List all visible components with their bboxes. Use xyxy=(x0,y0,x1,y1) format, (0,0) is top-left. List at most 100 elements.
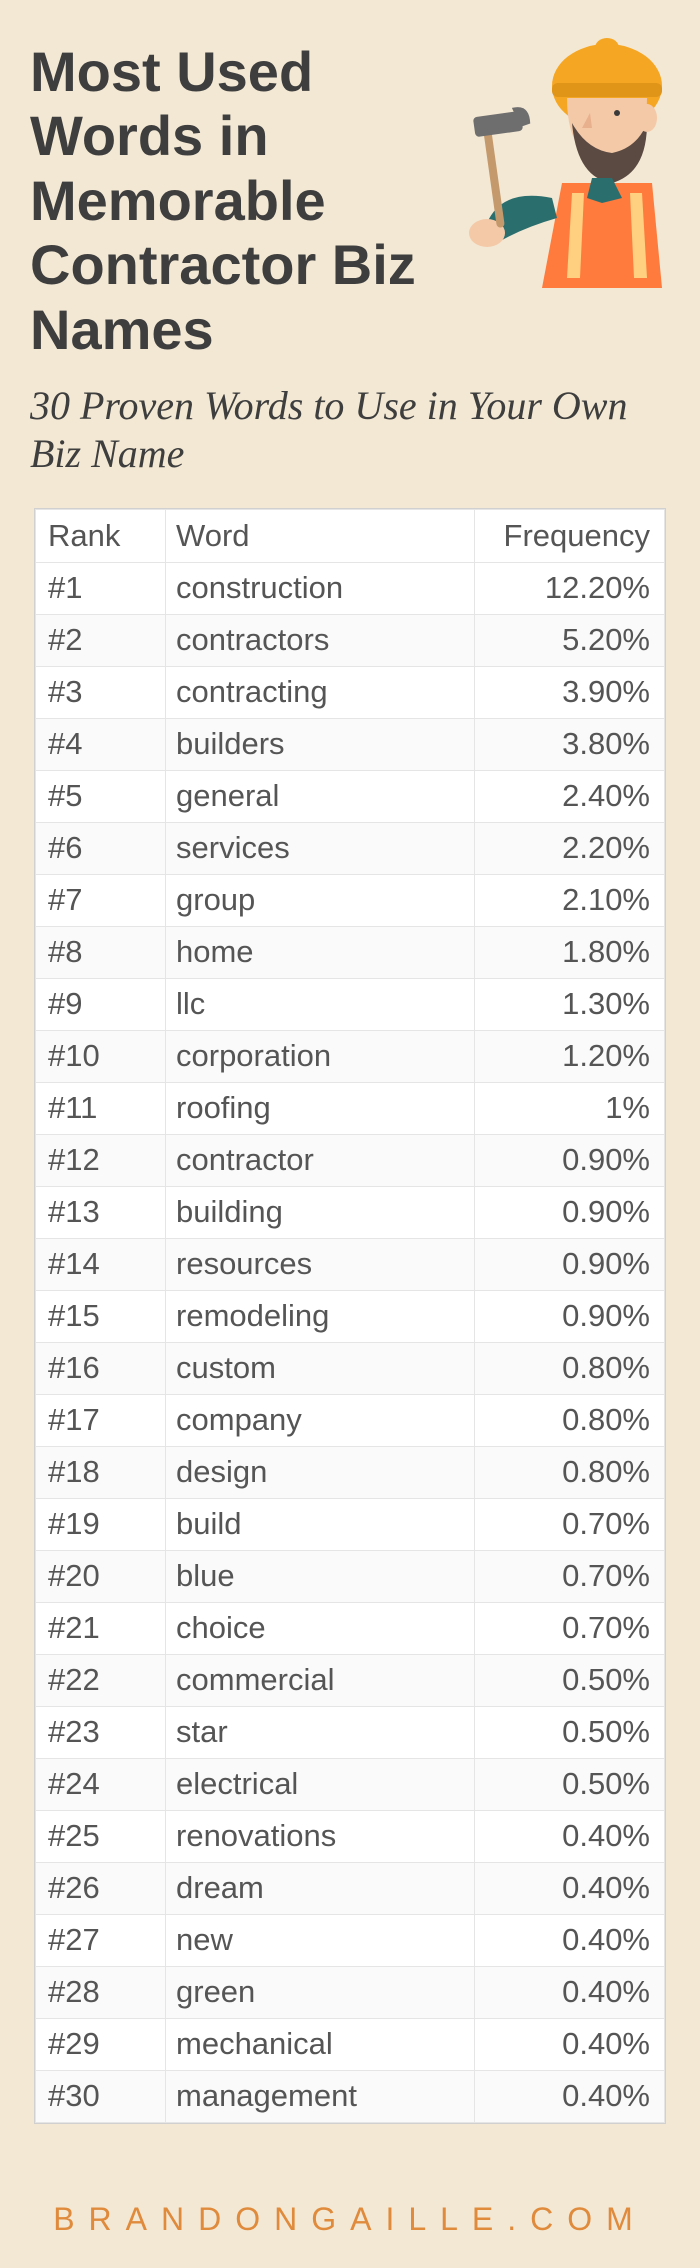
cell-rank: #23 xyxy=(36,1706,166,1758)
cell-rank: #18 xyxy=(36,1446,166,1498)
cell-rank: #15 xyxy=(36,1290,166,1342)
table-row: #18design0.80% xyxy=(36,1446,665,1498)
cell-frequency: 0.40% xyxy=(475,1810,665,1862)
cell-word: management xyxy=(166,2070,475,2122)
cell-word: dream xyxy=(166,1862,475,1914)
table-row: #27new0.40% xyxy=(36,1914,665,1966)
cell-frequency: 0.80% xyxy=(475,1446,665,1498)
table-row: #12contractor0.90% xyxy=(36,1134,665,1186)
cell-rank: #8 xyxy=(36,926,166,978)
cell-frequency: 0.70% xyxy=(475,1602,665,1654)
cell-frequency: 0.90% xyxy=(475,1186,665,1238)
table-row: #6services2.20% xyxy=(36,822,665,874)
cell-word: commercial xyxy=(166,1654,475,1706)
cell-word: choice xyxy=(166,1602,475,1654)
cell-word: new xyxy=(166,1914,475,1966)
cell-rank: #2 xyxy=(36,614,166,666)
cell-rank: #5 xyxy=(36,770,166,822)
table-row: #17company0.80% xyxy=(36,1394,665,1446)
cell-frequency: 0.70% xyxy=(475,1550,665,1602)
cell-word: building xyxy=(166,1186,475,1238)
col-header-rank: Rank xyxy=(36,509,166,562)
cell-rank: #25 xyxy=(36,1810,166,1862)
cell-rank: #9 xyxy=(36,978,166,1030)
cell-frequency: 0.40% xyxy=(475,1966,665,2018)
table-row: #15remodeling0.90% xyxy=(36,1290,665,1342)
cell-rank: #30 xyxy=(36,2070,166,2122)
table-header-row: Rank Word Frequency xyxy=(36,509,665,562)
cell-rank: #10 xyxy=(36,1030,166,1082)
cell-frequency: 1.80% xyxy=(475,926,665,978)
footer-credit: BRANDONGAILLE.COM xyxy=(0,2201,700,2238)
table-row: #26dream0.40% xyxy=(36,1862,665,1914)
cell-frequency: 0.90% xyxy=(475,1134,665,1186)
cell-rank: #20 xyxy=(36,1550,166,1602)
cell-word: corporation xyxy=(166,1030,475,1082)
cell-word: build xyxy=(166,1498,475,1550)
cell-frequency: 2.20% xyxy=(475,822,665,874)
cell-word: roofing xyxy=(166,1082,475,1134)
cell-frequency: 3.80% xyxy=(475,718,665,770)
cell-word: mechanical xyxy=(166,2018,475,2070)
cell-frequency: 0.80% xyxy=(475,1342,665,1394)
cell-frequency: 2.40% xyxy=(475,770,665,822)
cell-frequency: 2.10% xyxy=(475,874,665,926)
table-row: #3contracting3.90% xyxy=(36,666,665,718)
table-row: #23star0.50% xyxy=(36,1706,665,1758)
table-row: #29mechanical0.40% xyxy=(36,2018,665,2070)
cell-word: star xyxy=(166,1706,475,1758)
cell-rank: #16 xyxy=(36,1342,166,1394)
cell-frequency: 0.40% xyxy=(475,1914,665,1966)
cell-rank: #17 xyxy=(36,1394,166,1446)
cell-rank: #26 xyxy=(36,1862,166,1914)
col-header-frequency: Frequency xyxy=(475,509,665,562)
table-row: #10corporation1.20% xyxy=(36,1030,665,1082)
cell-rank: #14 xyxy=(36,1238,166,1290)
cell-word: contractor xyxy=(166,1134,475,1186)
cell-rank: #1 xyxy=(36,562,166,614)
table-row: #25renovations0.40% xyxy=(36,1810,665,1862)
table-row: #1construction12.20% xyxy=(36,562,665,614)
word-frequency-table: Rank Word Frequency #1construction12.20%… xyxy=(34,508,666,2124)
table-row: #13building0.90% xyxy=(36,1186,665,1238)
table-row: #4builders3.80% xyxy=(36,718,665,770)
table-row: #16custom0.80% xyxy=(36,1342,665,1394)
cell-frequency: 3.90% xyxy=(475,666,665,718)
table-row: #22commercial0.50% xyxy=(36,1654,665,1706)
cell-frequency: 12.20% xyxy=(475,562,665,614)
cell-word: contractors xyxy=(166,614,475,666)
table-row: #7group2.10% xyxy=(36,874,665,926)
table-row: #24electrical0.50% xyxy=(36,1758,665,1810)
cell-frequency: 0.50% xyxy=(475,1758,665,1810)
cell-frequency: 1.20% xyxy=(475,1030,665,1082)
cell-frequency: 0.50% xyxy=(475,1654,665,1706)
cell-word: remodeling xyxy=(166,1290,475,1342)
table-row: #19build0.70% xyxy=(36,1498,665,1550)
cell-frequency: 0.40% xyxy=(475,2018,665,2070)
cell-frequency: 0.90% xyxy=(475,1238,665,1290)
cell-word: general xyxy=(166,770,475,822)
cell-frequency: 0.90% xyxy=(475,1290,665,1342)
cell-word: contracting xyxy=(166,666,475,718)
table-row: #21choice0.70% xyxy=(36,1602,665,1654)
cell-word: electrical xyxy=(166,1758,475,1810)
cell-rank: #12 xyxy=(36,1134,166,1186)
cell-word: resources xyxy=(166,1238,475,1290)
col-header-word: Word xyxy=(166,509,475,562)
cell-frequency: 1.30% xyxy=(475,978,665,1030)
table-row: #5general2.40% xyxy=(36,770,665,822)
construction-worker-icon xyxy=(452,28,682,308)
cell-rank: #29 xyxy=(36,2018,166,2070)
page-subtitle: 30 Proven Words to Use in Your Own Biz N… xyxy=(30,382,670,478)
table-row: #11roofing1% xyxy=(36,1082,665,1134)
cell-rank: #3 xyxy=(36,666,166,718)
cell-rank: #4 xyxy=(36,718,166,770)
cell-word: company xyxy=(166,1394,475,1446)
table-row: #2contractors5.20% xyxy=(36,614,665,666)
cell-rank: #19 xyxy=(36,1498,166,1550)
cell-frequency: 0.40% xyxy=(475,2070,665,2122)
cell-rank: #11 xyxy=(36,1082,166,1134)
cell-rank: #7 xyxy=(36,874,166,926)
cell-rank: #28 xyxy=(36,1966,166,2018)
cell-word: construction xyxy=(166,562,475,614)
